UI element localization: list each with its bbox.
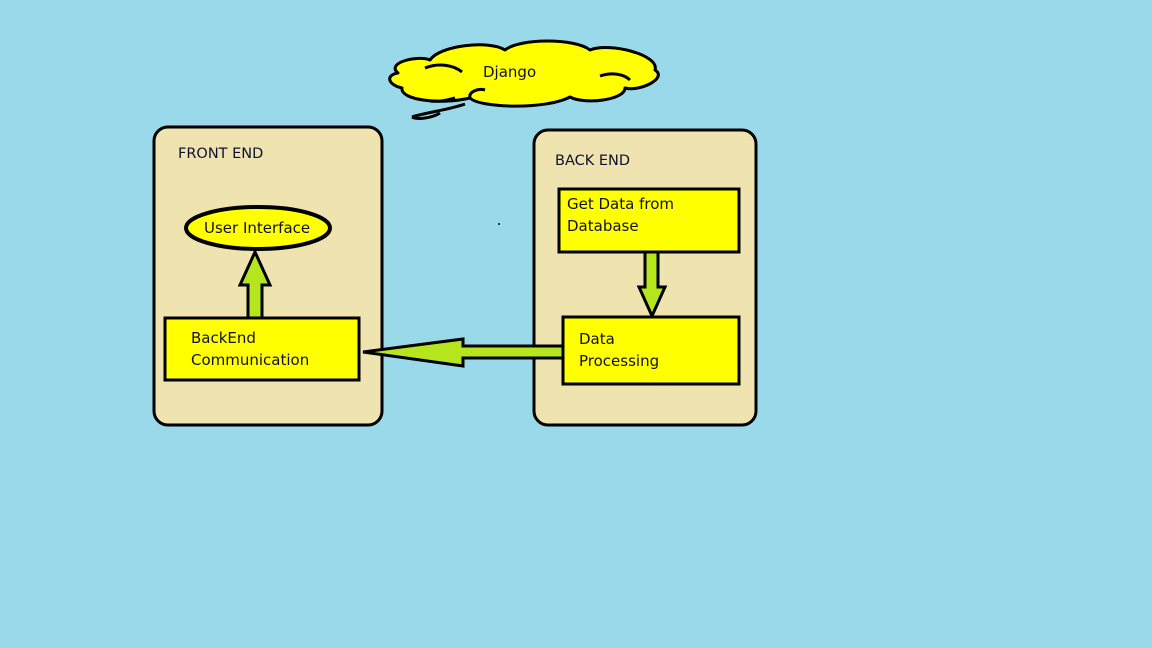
back-end-title: BACK END <box>555 153 631 169</box>
data-processing-label-line2: Processing <box>579 352 660 370</box>
data-processing-label-line1: Data <box>579 330 615 348</box>
user-interface-label: User Interface <box>204 219 311 237</box>
diagram-shapes <box>152 39 758 427</box>
get-data-label-line2: Database <box>567 217 639 235</box>
get-data-label-line1: Get Data from <box>567 195 674 213</box>
front-end-title: FRONT END <box>178 146 264 162</box>
diagram-canvas: Django FRONT END BACK END User Interface… <box>0 0 1152 648</box>
backend-communication-label-line1: BackEnd <box>191 329 256 347</box>
backend-communication-label-line2: Communication <box>191 351 310 369</box>
stray-dot <box>498 223 500 225</box>
django-label: Django <box>483 63 537 81</box>
